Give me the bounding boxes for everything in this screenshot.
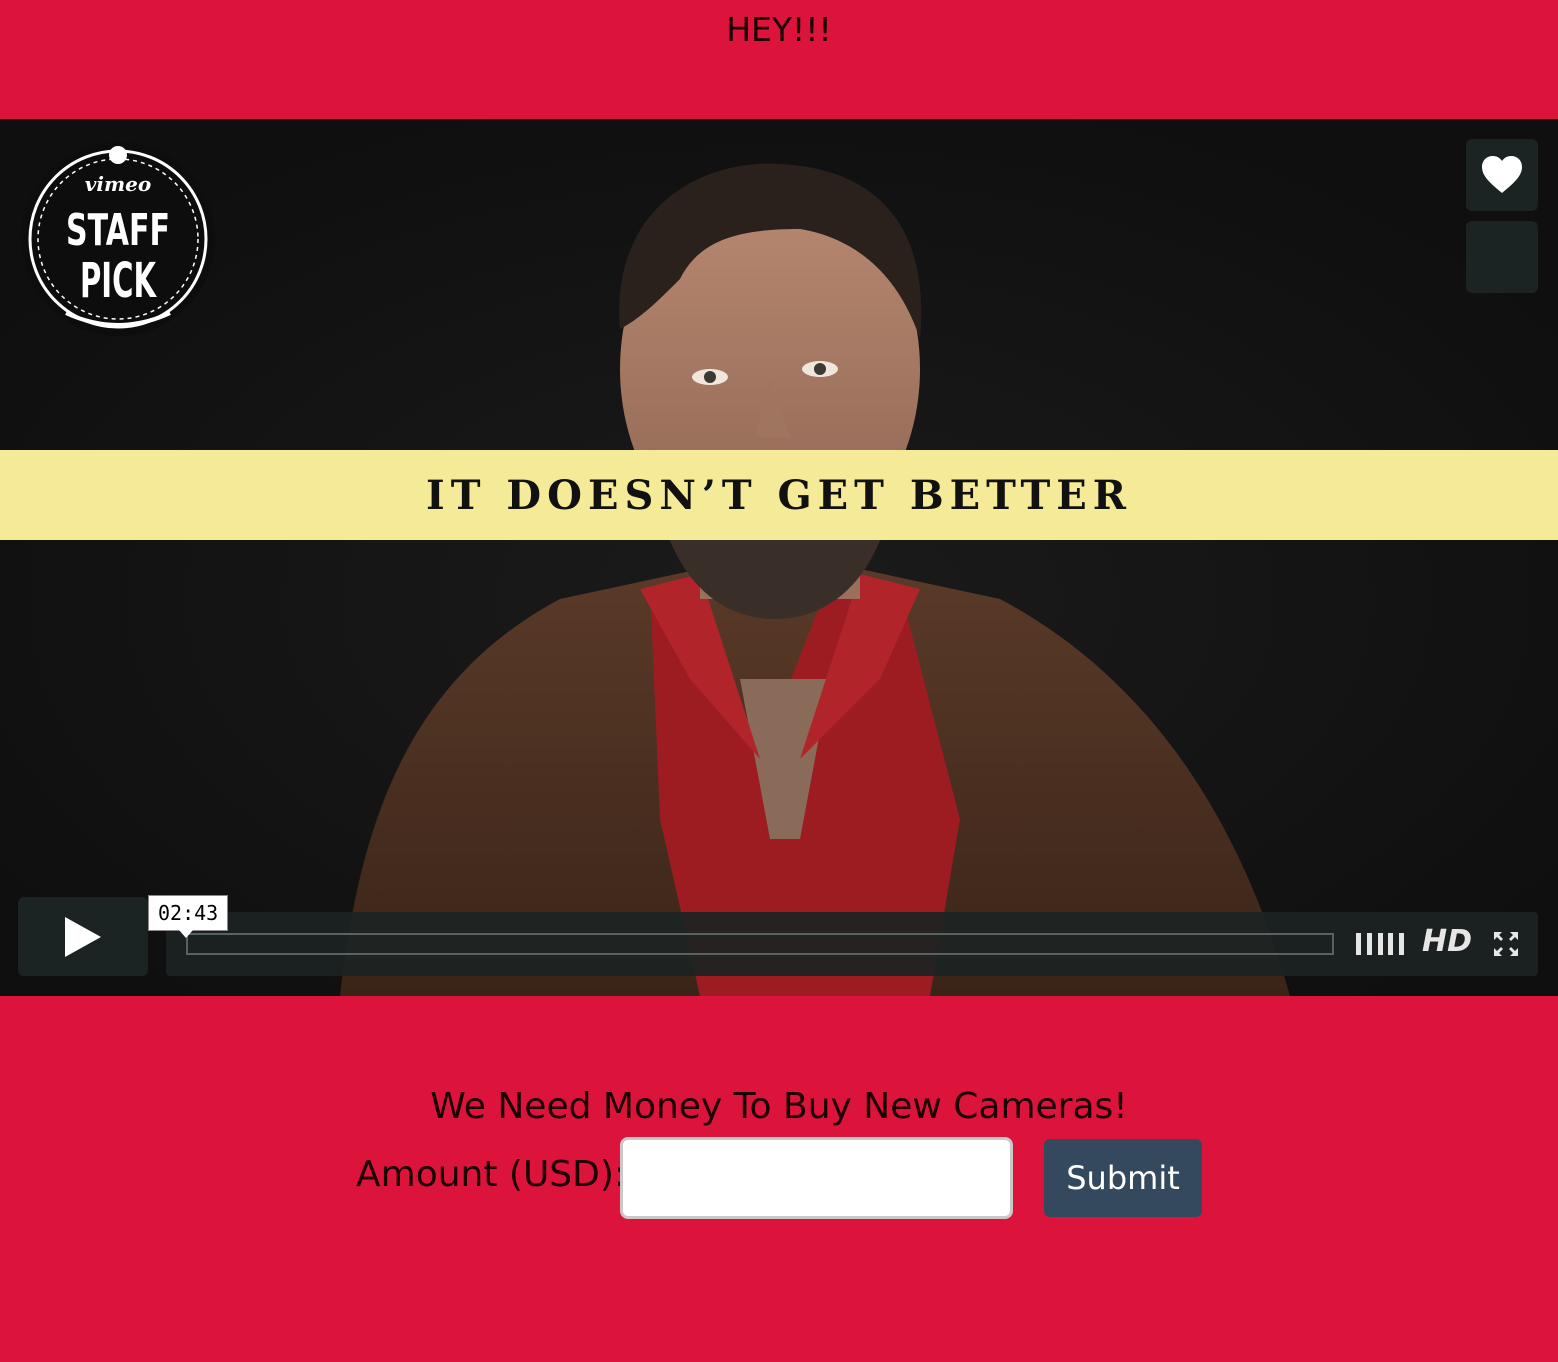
submit-button[interactable]: Submit: [1044, 1139, 1202, 1217]
amount-label: Amount (USD):: [356, 1154, 627, 1195]
progress-bar[interactable]: [186, 933, 1334, 955]
play-icon: [65, 916, 101, 957]
badge-line1-text: STAFF: [66, 205, 170, 256]
play-button[interactable]: [18, 897, 148, 976]
amount-input[interactable]: [620, 1137, 1013, 1219]
staff-pick-badge[interactable]: vimeo STAFF PICK: [20, 141, 216, 337]
volume-icon[interactable]: [1356, 933, 1404, 955]
badge-brand-text: vimeo: [85, 172, 151, 196]
volume-bar: [1377, 933, 1383, 955]
fullscreen-icon[interactable]: [1492, 930, 1520, 958]
video-player[interactable]: IT DOESN’T GET BETTER vimeo STAFF PICK H…: [0, 119, 1558, 996]
hd-button[interactable]: HD: [1422, 924, 1472, 959]
volume-bar: [1388, 933, 1394, 955]
heart-icon: [1482, 156, 1522, 193]
video-title-text: IT DOESN’T GET BETTER: [426, 471, 1132, 519]
secondary-action-button[interactable]: [1466, 221, 1538, 293]
volume-bar: [1399, 933, 1404, 955]
video-frame: [0, 119, 1558, 996]
time-tooltip: 02:43: [148, 895, 229, 938]
badge-line2-text: PICK: [80, 253, 157, 309]
video-title-card: IT DOESN’T GET BETTER: [0, 450, 1558, 540]
volume-bar: [1366, 933, 1372, 955]
page-heading: HEY!!!: [726, 10, 832, 49]
donation-pitch: We Need Money To Buy New Cameras!: [430, 1086, 1128, 1127]
volume-bar: [1356, 933, 1361, 955]
control-bar: HD: [166, 912, 1538, 976]
like-button[interactable]: [1466, 139, 1538, 211]
